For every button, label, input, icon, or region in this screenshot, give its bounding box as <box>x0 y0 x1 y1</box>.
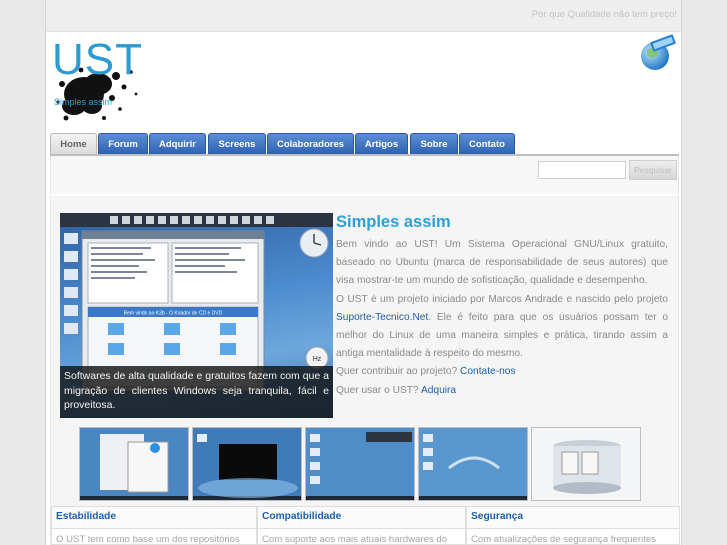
search-button[interactable]: Pesquisar <box>629 160 677 180</box>
article-paragraph-1: Bem vindo ao UST! Um Sistema Operacional… <box>336 239 668 287</box>
desktop-banner-text: Bem vindo ao K3b - O Kriador de CD e DVD <box>124 311 223 317</box>
column-text: Com atualizações de segurança frequentes <box>471 534 657 545</box>
column-seguranca: Segurança Com atualizações de segurança … <box>466 506 680 545</box>
tab-sobre[interactable]: Sobre <box>410 133 458 155</box>
contate-nos-link[interactable]: Contate-nos <box>460 366 516 377</box>
search-input[interactable] <box>538 161 626 179</box>
tab-artigos[interactable]: Artigos <box>355 133 408 155</box>
feature-columns: Estabilidade O UST tem como base um dos … <box>51 506 680 545</box>
thumbnail-4[interactable] <box>418 427 528 501</box>
adquira-link[interactable]: Adquira <box>421 385 456 396</box>
thumbnail-5[interactable] <box>531 427 641 501</box>
screenshot-thumbnails <box>79 427 659 502</box>
thumbnail-3[interactable] <box>305 427 415 501</box>
article-paragraph-4: Quer usar o UST? Adquira <box>336 384 457 396</box>
tagline: Por que Qualidade não tem preço! <box>531 9 677 20</box>
tab-screens[interactable]: Screens <box>208 133 266 155</box>
featured-screenshot[interactable]: Bem vindo ao K3b - O Kriador de CD e DVD… <box>60 213 333 418</box>
site-header: UST Simples assim <box>46 32 681 126</box>
tab-adquirir[interactable]: Adquirir <box>149 133 206 155</box>
article-title: Simples assim <box>336 213 451 231</box>
column-compatibilidade: Compatibilidade Com suporte aos mais atu… <box>257 506 466 545</box>
column-estabilidade: Estabilidade O UST tem como base um dos … <box>51 506 257 545</box>
thumbnail-2[interactable] <box>192 427 302 501</box>
article-paragraph-3: Quer contribuir ao projeto? Contate-nos <box>336 366 516 378</box>
column-title[interactable]: Estabilidade <box>52 507 256 529</box>
column-title[interactable]: Segurança <box>467 507 679 529</box>
search-bar: Pesquisar <box>50 156 679 194</box>
article-paragraph-2: O UST é um projeto iniciado por Marcos A… <box>336 293 668 360</box>
site-logo[interactable]: UST <box>52 38 143 82</box>
top-bar: Por que Qualidade não tem preço! <box>46 0 681 32</box>
tab-colaboradores[interactable]: Colaboradores <box>267 133 354 155</box>
tab-forum[interactable]: Forum <box>98 133 148 155</box>
page-frame: Por que Qualidade não tem preço! UST Sim… <box>45 0 682 545</box>
feature-caption: Softwares de alta qualidade e gratuitos … <box>60 366 333 418</box>
column-title[interactable]: Compatibilidade <box>258 507 465 529</box>
column-text: Com suporte aos mais atuais hardwares do <box>262 534 448 545</box>
globe-icon <box>641 34 676 70</box>
main-content: Bem vindo ao K3b - O Kriador de CD e DVD… <box>50 196 680 545</box>
intro-article: Simples assim Bem vindo ao UST! Um Siste… <box>336 213 668 400</box>
thumbnail-1[interactable] <box>79 427 189 501</box>
svg-text:Hz: Hz <box>313 356 322 363</box>
site-slogan: Simples assim <box>54 97 113 107</box>
tab-contato[interactable]: Contato <box>459 133 515 155</box>
column-text: O UST tem como base um dos repositórios <box>56 534 240 545</box>
tab-home[interactable]: Home <box>50 133 97 155</box>
suporte-tecnico-link[interactable]: Suporte-Tecnico.Net <box>336 312 428 323</box>
